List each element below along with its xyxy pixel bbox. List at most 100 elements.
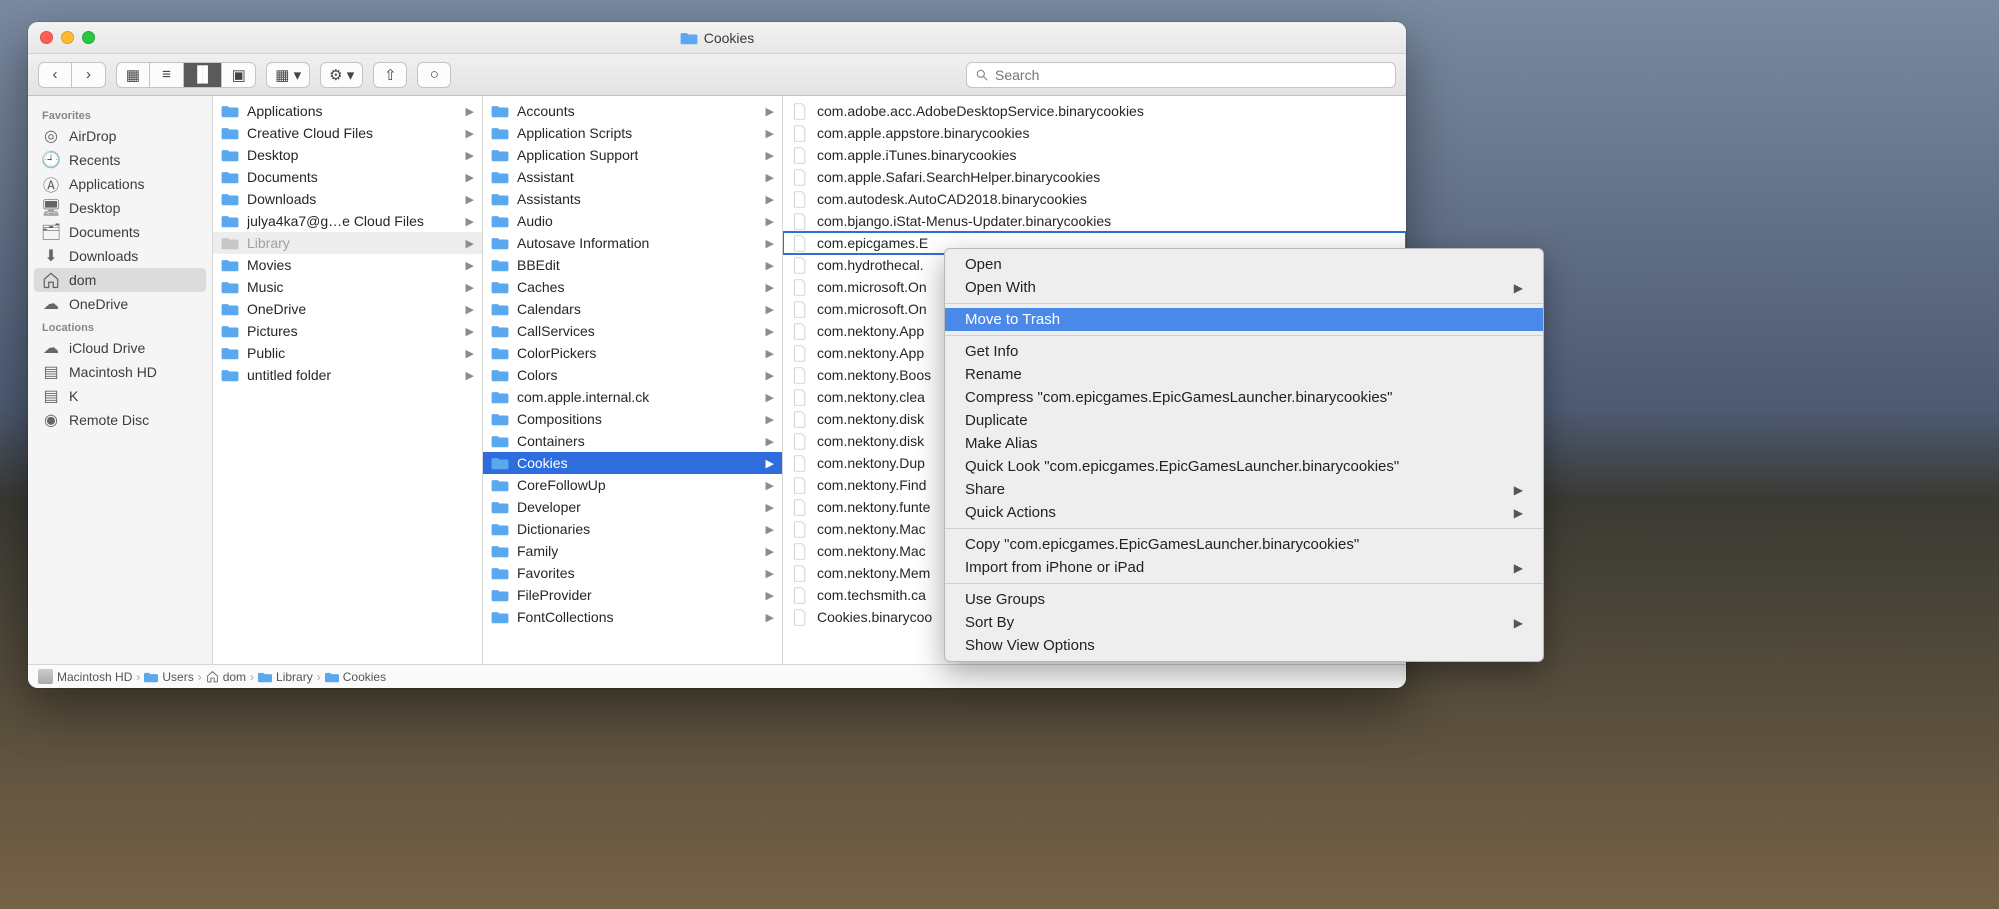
sidebar-item-airdrop[interactable]: ◎AirDrop bbox=[28, 124, 212, 148]
tag-button[interactable]: ○ bbox=[417, 62, 451, 88]
folder-item[interactable]: Audio▶ bbox=[483, 210, 782, 232]
menu-item[interactable]: Move to Trash bbox=[945, 308, 1543, 331]
sidebar-item-documents[interactable]: 🗂Documents bbox=[28, 220, 212, 244]
folder-item[interactable]: Desktop▶ bbox=[213, 144, 482, 166]
folder-item[interactable]: Favorites▶ bbox=[483, 562, 782, 584]
menu-item[interactable]: Open bbox=[945, 253, 1543, 276]
folder-item[interactable]: Assistants▶ bbox=[483, 188, 782, 210]
file-item[interactable]: com.apple.Safari.SearchHelper.binarycook… bbox=[783, 166, 1406, 188]
folder-item[interactable]: Colors▶ bbox=[483, 364, 782, 386]
folder-item[interactable]: CoreFollowUp▶ bbox=[483, 474, 782, 496]
menu-item[interactable]: Quick Actions▶ bbox=[945, 501, 1543, 524]
sidebar-item-desktop[interactable]: 🖥Desktop bbox=[28, 196, 212, 220]
folder-item[interactable]: Creative Cloud Files▶ bbox=[213, 122, 482, 144]
folder-item[interactable]: Accounts▶ bbox=[483, 100, 782, 122]
folder-item[interactable]: Music▶ bbox=[213, 276, 482, 298]
item-label: com.apple.internal.ck bbox=[517, 389, 649, 405]
folder-item[interactable]: Documents▶ bbox=[213, 166, 482, 188]
sidebar-item-icloud-drive[interactable]: ☁iCloud Drive bbox=[28, 336, 212, 360]
folder-item[interactable]: Downloads▶ bbox=[213, 188, 482, 210]
sidebar-item-k[interactable]: ▤K bbox=[28, 384, 212, 408]
window-zoom-button[interactable] bbox=[82, 31, 95, 44]
folder-item[interactable]: Assistant▶ bbox=[483, 166, 782, 188]
path-segment[interactable]: Library bbox=[258, 670, 313, 684]
share-button[interactable]: ⇧ bbox=[373, 62, 407, 88]
folder-item[interactable]: Dictionaries▶ bbox=[483, 518, 782, 540]
folder-item[interactable]: Family▶ bbox=[483, 540, 782, 562]
folder-item[interactable]: CallServices▶ bbox=[483, 320, 782, 342]
search-field[interactable] bbox=[966, 62, 1396, 88]
sidebar-item-label: Macintosh HD bbox=[69, 364, 157, 380]
column-library[interactable]: Accounts▶Application Scripts▶Application… bbox=[483, 96, 783, 664]
sidebar-item-dom[interactable]: dom bbox=[34, 268, 206, 292]
menu-item[interactable]: Duplicate bbox=[945, 409, 1543, 432]
view-column-button[interactable]: ▐▌ bbox=[184, 62, 222, 88]
view-list-button[interactable]: ≡ bbox=[150, 62, 184, 88]
folder-item[interactable]: FileProvider▶ bbox=[483, 584, 782, 606]
column-home[interactable]: Applications▶Creative Cloud Files▶Deskto… bbox=[213, 96, 483, 664]
file-icon bbox=[791, 388, 809, 406]
menu-item[interactable]: Share▶ bbox=[945, 478, 1543, 501]
item-label: com.nektony.Boos bbox=[817, 367, 931, 383]
path-segment[interactable]: dom bbox=[206, 670, 246, 684]
menu-item[interactable]: Get Info bbox=[945, 340, 1543, 363]
folder-item[interactable]: Movies▶ bbox=[213, 254, 482, 276]
file-item[interactable]: com.bjango.iStat-Menus-Updater.binarycoo… bbox=[783, 210, 1406, 232]
path-segment[interactable]: Macintosh HD bbox=[38, 669, 132, 684]
folder-item[interactable]: Applications▶ bbox=[213, 100, 482, 122]
sidebar-item-onedrive[interactable]: ☁OneDrive bbox=[28, 292, 212, 316]
path-segment[interactable]: Users bbox=[144, 670, 193, 684]
menu-item[interactable]: Sort By▶ bbox=[945, 611, 1543, 634]
folder-item[interactable]: ColorPickers▶ bbox=[483, 342, 782, 364]
file-item[interactable]: com.adobe.acc.AdobeDesktopService.binary… bbox=[783, 100, 1406, 122]
menu-item[interactable]: Make Alias bbox=[945, 432, 1543, 455]
chevron-right-icon: ▶ bbox=[1514, 561, 1523, 575]
sidebar-item-recents[interactable]: 🕘Recents bbox=[28, 148, 212, 172]
chevron-right-icon: ▶ bbox=[466, 193, 474, 206]
folder-item[interactable]: Pictures▶ bbox=[213, 320, 482, 342]
forward-button[interactable]: › bbox=[72, 62, 106, 88]
folder-item[interactable]: Autosave Information▶ bbox=[483, 232, 782, 254]
folder-item[interactable]: Compositions▶ bbox=[483, 408, 782, 430]
folder-item[interactable]: OneDrive▶ bbox=[213, 298, 482, 320]
folder-item[interactable]: com.apple.internal.ck▶ bbox=[483, 386, 782, 408]
menu-item[interactable]: Quick Look "com.epicgames.EpicGamesLaunc… bbox=[945, 455, 1543, 478]
folder-item[interactable]: Caches▶ bbox=[483, 276, 782, 298]
sidebar-item-remote-disc[interactable]: ◉Remote Disc bbox=[28, 408, 212, 432]
window-minimize-button[interactable] bbox=[61, 31, 74, 44]
sidebar-item-downloads[interactable]: ⬇Downloads bbox=[28, 244, 212, 268]
folder-item[interactable]: Public▶ bbox=[213, 342, 482, 364]
folder-item[interactable]: julya4ka7@g…e Cloud Files▶ bbox=[213, 210, 482, 232]
folder-item[interactable]: Containers▶ bbox=[483, 430, 782, 452]
file-item[interactable]: com.apple.iTunes.binarycookies bbox=[783, 144, 1406, 166]
view-icon-button[interactable]: ▦ bbox=[116, 62, 150, 88]
folder-item[interactable]: Library▶ bbox=[213, 232, 482, 254]
action-button[interactable]: ⚙ ▾ bbox=[320, 62, 363, 88]
folder-item[interactable]: Application Support▶ bbox=[483, 144, 782, 166]
folder-item[interactable]: Calendars▶ bbox=[483, 298, 782, 320]
menu-item[interactable]: Use Groups bbox=[945, 588, 1543, 611]
back-button[interactable]: ‹ bbox=[38, 62, 72, 88]
search-input[interactable] bbox=[995, 67, 1387, 83]
menu-item[interactable]: Rename bbox=[945, 363, 1543, 386]
path-segment[interactable]: Cookies bbox=[325, 670, 386, 684]
group-by-button[interactable]: ▦ ▾ bbox=[266, 62, 310, 88]
window-close-button[interactable] bbox=[40, 31, 53, 44]
folder-item[interactable]: Application Scripts▶ bbox=[483, 122, 782, 144]
file-item[interactable]: com.autodesk.AutoCAD2018.binarycookies bbox=[783, 188, 1406, 210]
menu-item[interactable]: Compress "com.epicgames.EpicGamesLaunche… bbox=[945, 386, 1543, 409]
menu-item[interactable]: Copy "com.epicgames.EpicGamesLauncher.bi… bbox=[945, 533, 1543, 556]
menu-item-label: Quick Actions bbox=[965, 504, 1056, 521]
folder-item[interactable]: FontCollections▶ bbox=[483, 606, 782, 628]
folder-item[interactable]: Developer▶ bbox=[483, 496, 782, 518]
folder-item[interactable]: untitled folder▶ bbox=[213, 364, 482, 386]
sidebar-item-macintosh-hd[interactable]: ▤Macintosh HD bbox=[28, 360, 212, 384]
sidebar-item-applications[interactable]: ⒶApplications bbox=[28, 172, 212, 196]
menu-item[interactable]: Open With▶ bbox=[945, 276, 1543, 299]
folder-item[interactable]: BBEdit▶ bbox=[483, 254, 782, 276]
menu-item[interactable]: Show View Options bbox=[945, 634, 1543, 657]
view-gallery-button[interactable]: ▣ bbox=[222, 62, 256, 88]
folder-item[interactable]: Cookies▶ bbox=[483, 452, 782, 474]
menu-item[interactable]: Import from iPhone or iPad▶ bbox=[945, 556, 1543, 579]
file-item[interactable]: com.apple.appstore.binarycookies bbox=[783, 122, 1406, 144]
